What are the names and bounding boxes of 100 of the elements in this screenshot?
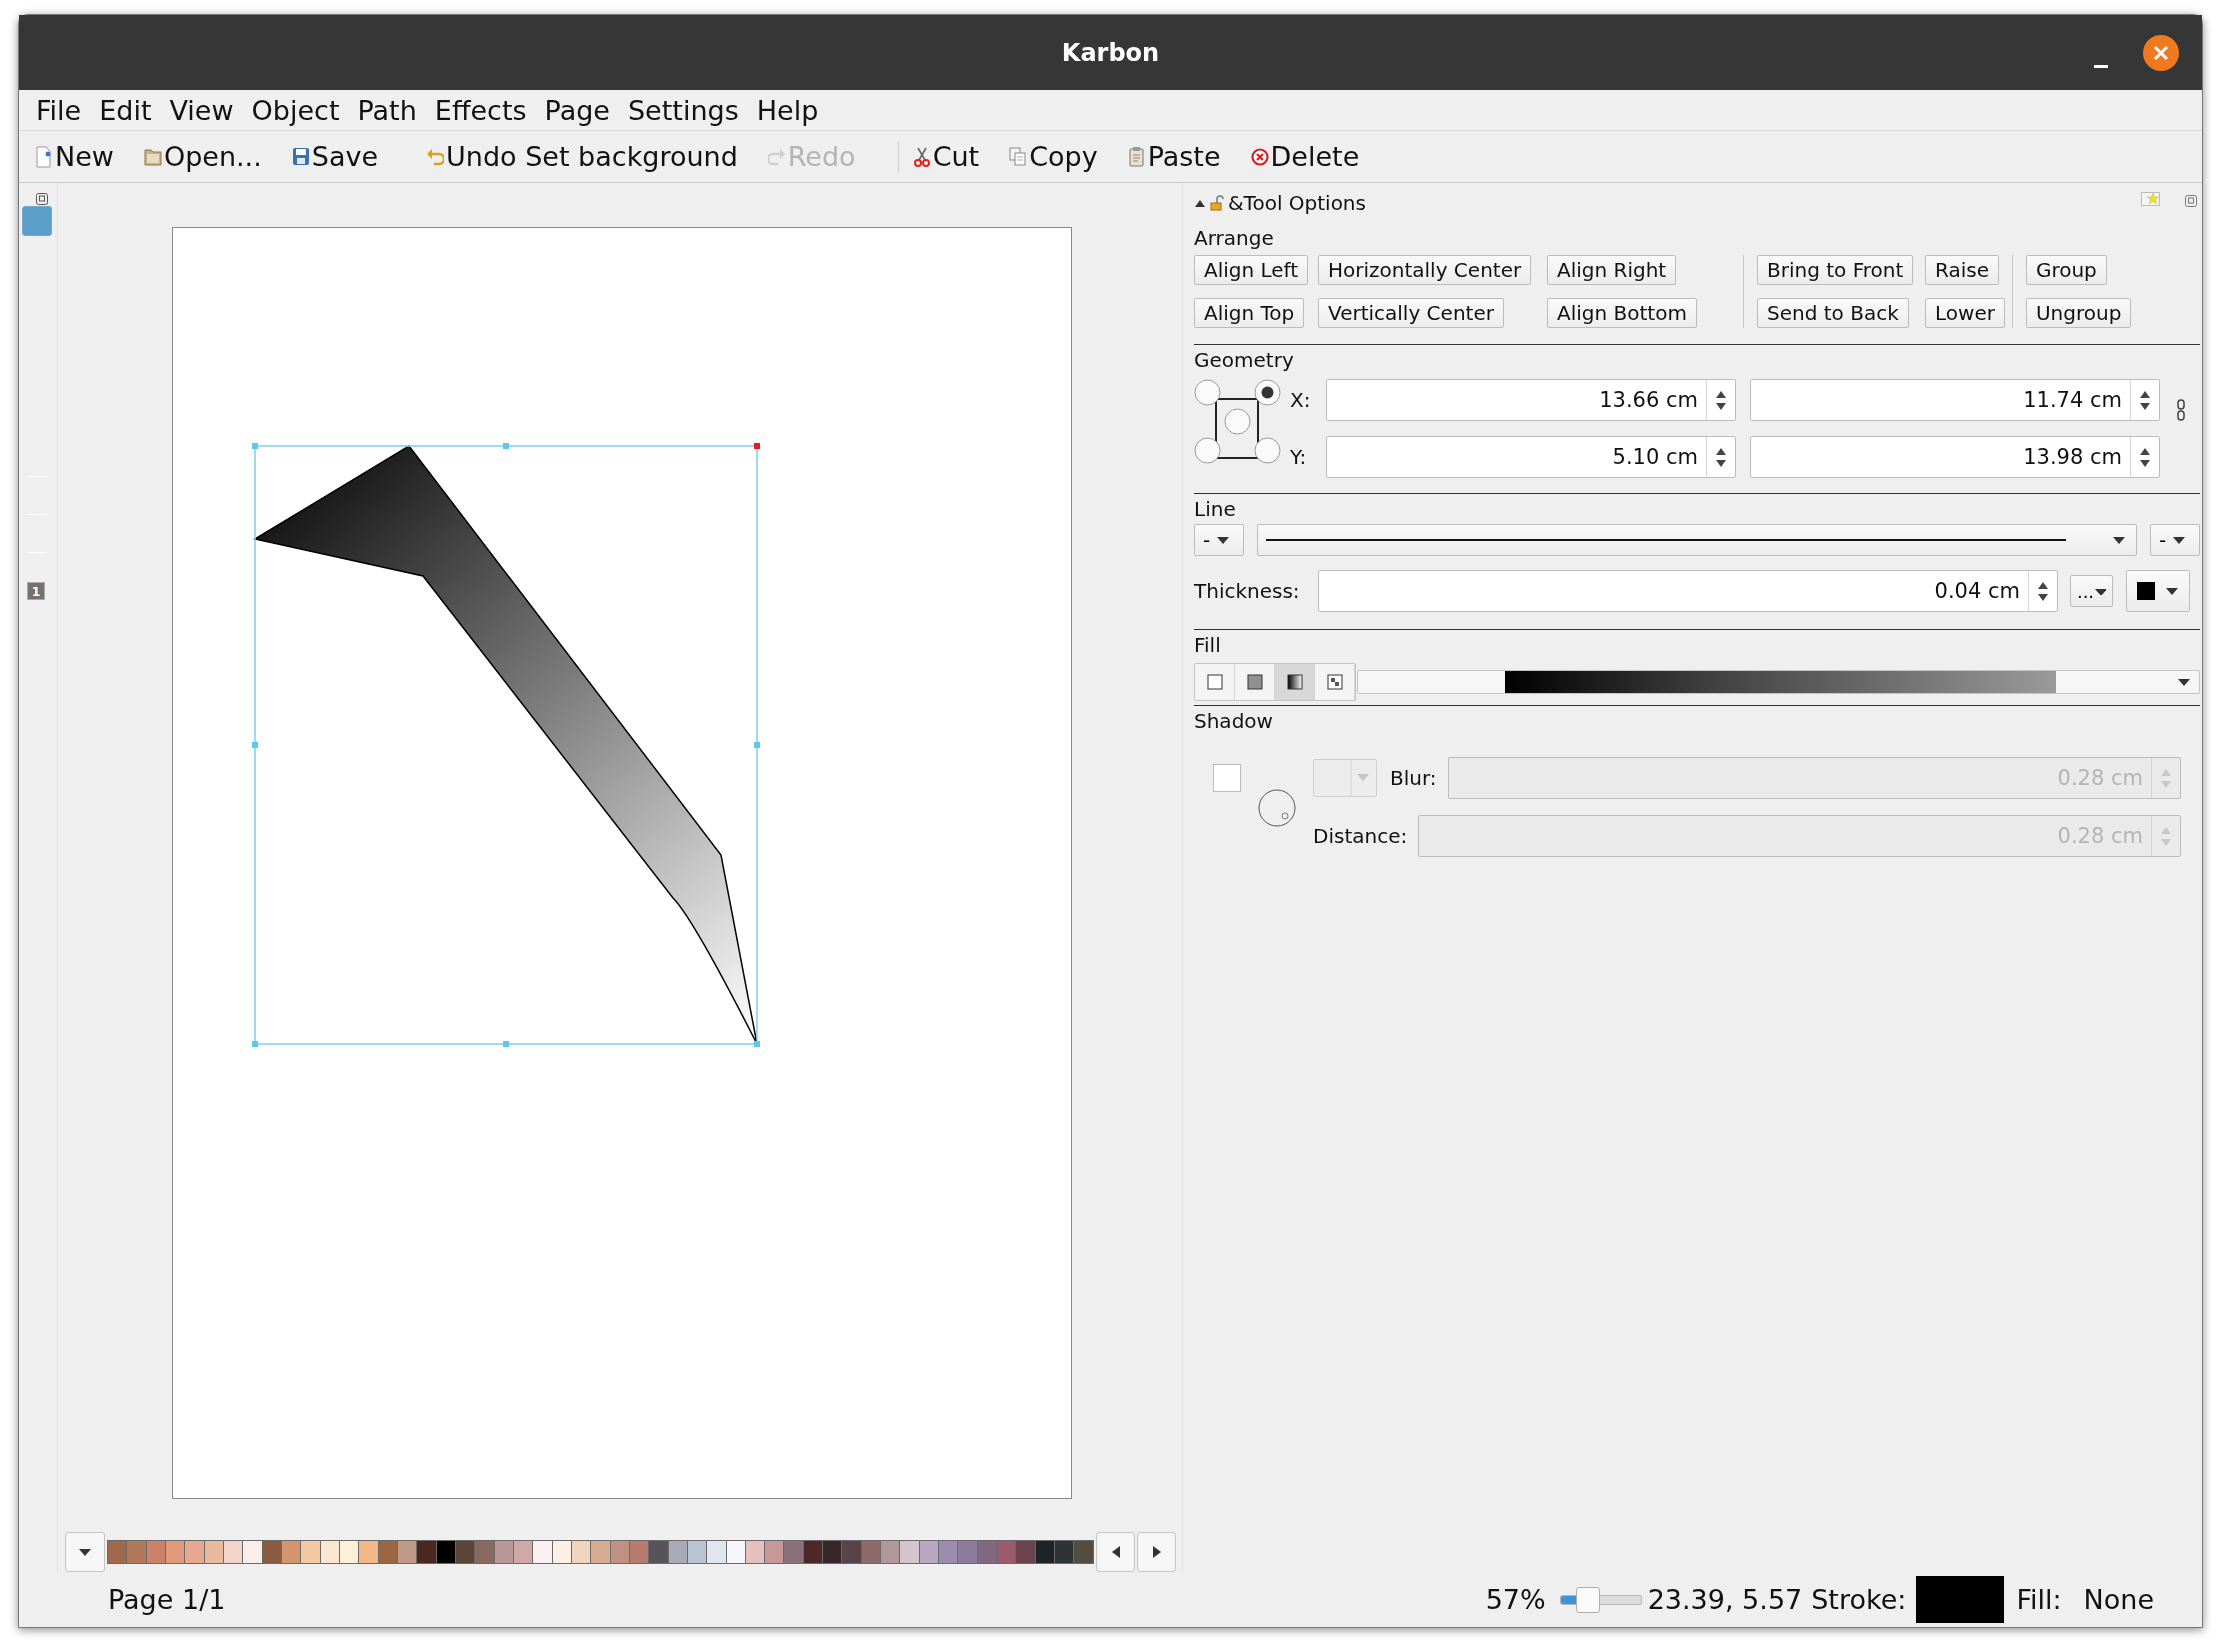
scroll-right-button[interactable] [1137, 1532, 1176, 1572]
color-swatch[interactable] [649, 1541, 668, 1563]
color-swatch[interactable] [726, 1541, 745, 1563]
direction-dial-icon[interactable] [1258, 789, 1296, 827]
toolbar-button[interactable]: New [29, 141, 120, 172]
zoom-slider[interactable] [1559, 1586, 1642, 1613]
anchor-radio[interactable] [1224, 408, 1251, 435]
color-swatch[interactable] [997, 1541, 1016, 1563]
color-swatch[interactable] [765, 1541, 784, 1563]
toolbar-button[interactable]: Cut [906, 141, 986, 172]
toolbar-button[interactable]: Paste [1121, 141, 1227, 172]
menu-item[interactable]: Edit [92, 94, 159, 126]
color-swatch[interactable] [127, 1541, 146, 1563]
color-swatch[interactable] [397, 1541, 417, 1563]
color-swatch[interactable] [320, 1541, 339, 1563]
color-swatch[interactable] [204, 1541, 223, 1563]
shadow-color-button[interactable] [1313, 759, 1377, 797]
color-swatch[interactable] [436, 1541, 455, 1563]
color-swatch[interactable] [1035, 1541, 1055, 1563]
color-swatch[interactable] [803, 1541, 823, 1563]
number-field[interactable]: 13.98 cm [1750, 436, 2160, 478]
color-swatch[interactable] [958, 1541, 977, 1563]
menu-item[interactable]: Object [244, 94, 347, 126]
stroke-color-button[interactable] [2126, 570, 2190, 612]
menu-item[interactable]: File [29, 94, 89, 126]
dash-pattern-button[interactable]: ... [2070, 575, 2113, 607]
color-swatch[interactable] [417, 1541, 436, 1563]
color-swatch[interactable] [745, 1541, 765, 1563]
color-swatch[interactable] [900, 1541, 919, 1563]
color-swatch[interactable] [243, 1541, 262, 1563]
arrange-button[interactable]: Horizontally Center [1318, 255, 1532, 285]
start-marker-dropdown[interactable]: - [1194, 524, 1244, 556]
number-field[interactable]: 13.66 cm [1326, 379, 1736, 421]
fill-mode-button[interactable] [1235, 664, 1275, 700]
arrange-button[interactable]: Align Top [1194, 298, 1305, 328]
color-swatch[interactable] [939, 1541, 958, 1563]
color-swatch[interactable] [784, 1541, 803, 1563]
color-swatch[interactable] [378, 1541, 397, 1563]
toolbar-button[interactable]: Undo Set background [420, 141, 744, 172]
fill-mode-selector[interactable] [1194, 663, 1356, 701]
scroll-left-button[interactable] [1096, 1532, 1135, 1572]
fill-mode-button[interactable] [1315, 664, 1355, 700]
color-swatch[interactable] [842, 1541, 861, 1563]
anchor-radio[interactable] [1254, 437, 1281, 464]
color-swatch[interactable] [687, 1541, 707, 1563]
color-swatch[interactable] [823, 1541, 842, 1563]
toolbar-button[interactable]: Open... [137, 141, 268, 172]
number-field[interactable]: 5.10 cm [1326, 436, 1736, 478]
color-swatch[interactable] [1016, 1541, 1035, 1563]
toolbar-button[interactable]: Copy [1003, 141, 1104, 172]
color-swatch[interactable] [108, 1541, 127, 1563]
collapse-arrow-icon[interactable] [1194, 198, 1206, 208]
number-field[interactable]: 11.74 cm [1750, 379, 2160, 421]
toolbar-button[interactable]: Delete [1244, 141, 1366, 172]
number-field[interactable]: 0.04 cm [1318, 570, 2058, 612]
color-swatch[interactable] [146, 1541, 165, 1563]
arrange-button[interactable]: Align Bottom [1547, 298, 1697, 328]
menu-item[interactable]: Settings [621, 94, 746, 126]
color-swatch[interactable] [591, 1541, 610, 1563]
color-swatch[interactable] [552, 1541, 571, 1563]
anchor-radio[interactable] [1254, 379, 1281, 406]
color-swatch[interactable] [339, 1541, 359, 1563]
palette-menu-button[interactable] [65, 1532, 105, 1572]
color-swatch[interactable] [166, 1541, 185, 1563]
arrange-button[interactable]: Bring to Front [1757, 255, 1914, 285]
menu-item[interactable]: Page [537, 94, 617, 126]
color-swatch[interactable] [1055, 1541, 1074, 1563]
toolbar-button[interactable]: Save [285, 141, 385, 172]
menu-item[interactable]: Effects [427, 94, 534, 126]
line-style-dropdown[interactable] [1257, 524, 2137, 556]
color-swatch[interactable] [707, 1541, 726, 1563]
color-swatch[interactable] [919, 1541, 939, 1563]
gradient-dropdown[interactable] [1357, 670, 2200, 694]
color-swatch[interactable] [185, 1541, 204, 1563]
end-marker-dropdown[interactable]: - [2150, 524, 2200, 556]
chain-link-icon[interactable] [2177, 399, 2185, 421]
fill-mode-button[interactable] [1275, 664, 1315, 700]
anchor-radio[interactable] [1194, 437, 1221, 464]
color-swatch[interactable] [301, 1541, 320, 1563]
color-swatch[interactable] [513, 1541, 533, 1563]
star-tab-icon[interactable] [2141, 191, 2161, 207]
close-button[interactable] [2143, 35, 2179, 71]
arrange-button[interactable]: Group [2025, 255, 2107, 285]
color-swatch[interactable] [1074, 1541, 1093, 1563]
color-swatch[interactable] [475, 1541, 494, 1563]
color-swatch[interactable] [494, 1541, 513, 1563]
arrange-button[interactable]: Send to Back [1757, 298, 1909, 328]
arrange-button[interactable]: Ungroup [2025, 298, 2132, 328]
color-swatch[interactable] [455, 1541, 475, 1563]
arrange-button[interactable]: Vertically Center [1318, 298, 1504, 328]
arrange-button[interactable]: Raise [1925, 255, 1999, 285]
float-panel-icon[interactable] [2185, 195, 2197, 207]
arrange-button[interactable]: Align Left [1194, 255, 1309, 285]
color-swatch[interactable] [571, 1541, 591, 1563]
stroke-color-swatch[interactable] [1916, 1576, 2005, 1623]
menu-item[interactable]: View [162, 94, 241, 126]
menu-item[interactable]: Help [749, 94, 826, 126]
menu-item[interactable]: Path [350, 94, 424, 126]
layer-thumbnail[interactable] [22, 206, 52, 236]
color-swatch[interactable] [977, 1541, 997, 1563]
